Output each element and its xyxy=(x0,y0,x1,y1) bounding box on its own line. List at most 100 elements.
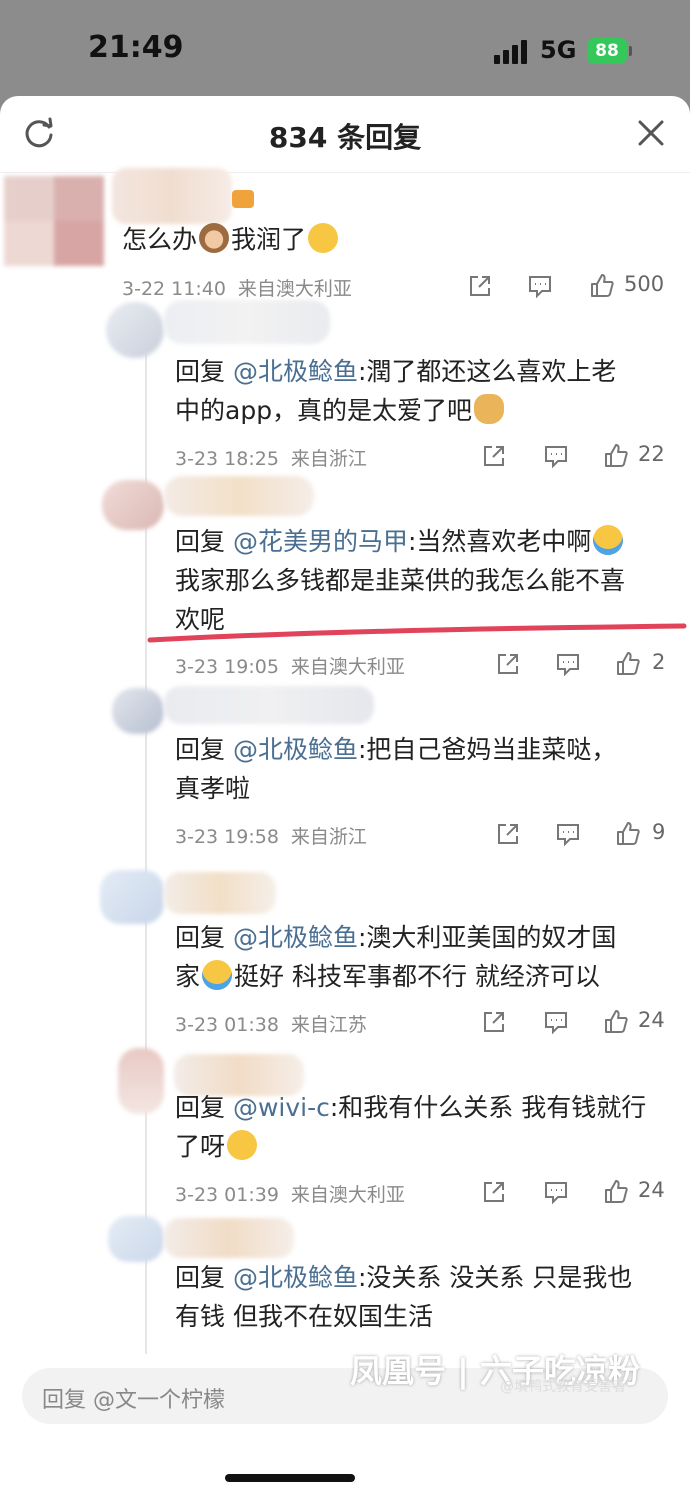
like-icon[interactable] xyxy=(614,820,642,848)
username-blurred[interactable] xyxy=(112,168,232,224)
signal-icon xyxy=(494,40,530,64)
comment-location: 来自澳大利亚 xyxy=(237,278,352,300)
reply-input-placeholder: 回复 @文一个柠檬 xyxy=(42,1388,225,1413)
reply-actions: 9 xyxy=(494,818,690,850)
reply-text: 回复 @北极鲶鱼:没关系 没关系 只是我也 有钱 但我不在奴国生活 xyxy=(175,1258,675,1336)
reply-prefix: 回复 xyxy=(175,923,233,952)
reply-location: 来自澳大利亚 xyxy=(290,1184,405,1206)
reply-meta: 3-23 01:39 来自澳大利亚 xyxy=(175,1180,405,1207)
reply-location: 来自澳大利亚 xyxy=(290,656,405,678)
reply-text: 回复 @北极鲶鱼:澳大利亚美国的奴才国 家 挺好 科技军事都不行 就经济可以 xyxy=(175,918,675,996)
username-blurred[interactable] xyxy=(164,300,330,344)
reply-prefix: 回复 xyxy=(175,735,233,764)
battery-icon: 88 xyxy=(587,38,627,64)
share-icon[interactable] xyxy=(466,272,494,300)
comment-icon[interactable] xyxy=(554,650,582,678)
reply-text: 回复 @北极鲶鱼:潤了都还这么喜欢上老 中的app，真的是太爱了吧 xyxy=(175,352,665,430)
username-blurred[interactable] xyxy=(164,686,374,724)
reply-meta: 3-23 19:58 来自浙江 xyxy=(175,822,367,849)
like-icon[interactable] xyxy=(602,1178,630,1206)
reply-mention-link[interactable]: @北极鲶鱼 xyxy=(233,357,358,386)
battery-tip xyxy=(629,46,632,56)
like-count: 24 xyxy=(638,1178,665,1202)
like-count: 500 xyxy=(624,272,665,296)
comment-icon[interactable] xyxy=(542,442,570,470)
reply-actions: 2 xyxy=(494,648,690,680)
reply-prefix: 回复 xyxy=(175,527,233,556)
reply-mention-link[interactable]: @花美男的马甲 xyxy=(233,527,408,556)
thinking-emoji-icon xyxy=(308,223,339,253)
avatar[interactable] xyxy=(112,688,164,734)
share-icon[interactable] xyxy=(480,1008,508,1036)
reply-line: :当然喜欢老中啊 xyxy=(407,527,592,556)
reply-location: 来自江苏 xyxy=(290,1014,367,1036)
like-count: 24 xyxy=(638,1008,665,1032)
reply-mention-link[interactable]: @wivi-c xyxy=(233,1093,330,1122)
avatar[interactable] xyxy=(106,302,164,358)
reply-meta: 3-23 01:38 来自江苏 xyxy=(175,1010,367,1037)
reply-date: 3-23 01:38 xyxy=(175,1014,279,1036)
comment-text-part: 我润了 xyxy=(231,225,307,254)
reply-line: 我家那么多钱都是韭菜供的我怎么能不喜 xyxy=(175,566,626,595)
like-count: 22 xyxy=(638,442,665,466)
like-icon[interactable] xyxy=(602,1008,630,1036)
dog-emoji-icon xyxy=(474,394,505,424)
network-label: 5G xyxy=(540,36,577,64)
avatar[interactable] xyxy=(108,1216,164,1262)
reply-mention-link[interactable]: @北极鲶鱼 xyxy=(233,923,358,952)
reply-line: 中的app，真的是太爱了吧 xyxy=(175,396,473,425)
reply-line: 了呀 xyxy=(175,1132,226,1161)
comment-icon[interactable] xyxy=(554,820,582,848)
smile-emoji-icon xyxy=(227,1130,258,1160)
reply-date: 3-23 19:05 xyxy=(175,656,279,678)
reply-actions: 22 xyxy=(480,440,690,472)
reply-text: 回复 @wivi-c:和我有什么关系 我有钱就行 了呀 xyxy=(175,1088,675,1166)
like-icon[interactable] xyxy=(614,650,642,678)
comment-meta: 3-22 11:40 来自澳大利亚 xyxy=(122,274,352,301)
reply-text: 回复 @北极鲶鱼:把自己爸妈当韭菜哒， 真孝啦 xyxy=(175,730,675,808)
share-icon[interactable] xyxy=(494,820,522,848)
close-icon[interactable] xyxy=(634,116,668,150)
comment-icon[interactable] xyxy=(542,1178,570,1206)
reply-location: 来自浙江 xyxy=(290,826,367,848)
like-count: 2 xyxy=(652,650,666,674)
status-bar: 21:49 5G 88 xyxy=(0,0,690,100)
avatar[interactable] xyxy=(102,480,164,530)
comment-actions: 500 xyxy=(466,270,690,302)
replies-sheet: 834 条回复 怎么办 我润了 3-22 11:40 来自澳大利亚 500 回复 @… xyxy=(0,96,690,1496)
reply-date: 3-23 01:39 xyxy=(175,1184,279,1206)
reply-actions: 24 xyxy=(480,1006,690,1038)
avatar[interactable] xyxy=(4,176,104,266)
share-icon[interactable] xyxy=(480,1178,508,1206)
reply-meta: 3-23 18:25 来自浙江 xyxy=(175,444,367,471)
reply-line: :把自己爸妈当韭菜哒， xyxy=(357,735,617,764)
reply-actions: 24 xyxy=(480,1176,690,1208)
status-time: 21:49 xyxy=(88,30,184,65)
sheet-header: 834 条回复 xyxy=(0,96,690,173)
share-icon[interactable] xyxy=(480,442,508,470)
reply-line: :和我有什么关系 我有钱就行 xyxy=(329,1093,647,1122)
reply-date: 3-23 18:25 xyxy=(175,448,279,470)
home-indicator xyxy=(225,1474,355,1482)
reply-line: :潤了都还这么喜欢上老 xyxy=(357,357,617,386)
like-icon[interactable] xyxy=(588,272,616,300)
avatar[interactable] xyxy=(118,1048,164,1114)
username-blurred[interactable] xyxy=(164,476,314,516)
reply-meta: 3-23 19:05 来自澳大利亚 xyxy=(175,652,405,679)
laugh-cry-emoji-icon xyxy=(202,960,233,990)
watermark-subtext: @填鸭式教育受害者 xyxy=(500,1379,626,1395)
username-blurred[interactable] xyxy=(164,872,276,914)
reply-mention-link[interactable]: @北极鲶鱼 xyxy=(233,735,358,764)
username-blurred[interactable] xyxy=(164,1218,294,1258)
reply-mention-link[interactable]: @北极鲶鱼 xyxy=(233,1263,358,1292)
reply-location: 来自浙江 xyxy=(290,448,367,470)
comment-icon[interactable] xyxy=(542,1008,570,1036)
reply-date: 3-23 19:58 xyxy=(175,826,279,848)
share-icon[interactable] xyxy=(494,650,522,678)
reply-line: :澳大利亚美国的奴才国 xyxy=(357,923,617,952)
reply-line: :没关系 没关系 只是我也 xyxy=(357,1263,633,1292)
comment-date: 3-22 11:40 xyxy=(122,278,226,300)
avatar[interactable] xyxy=(100,870,164,924)
like-icon[interactable] xyxy=(602,442,630,470)
comment-icon[interactable] xyxy=(526,272,554,300)
